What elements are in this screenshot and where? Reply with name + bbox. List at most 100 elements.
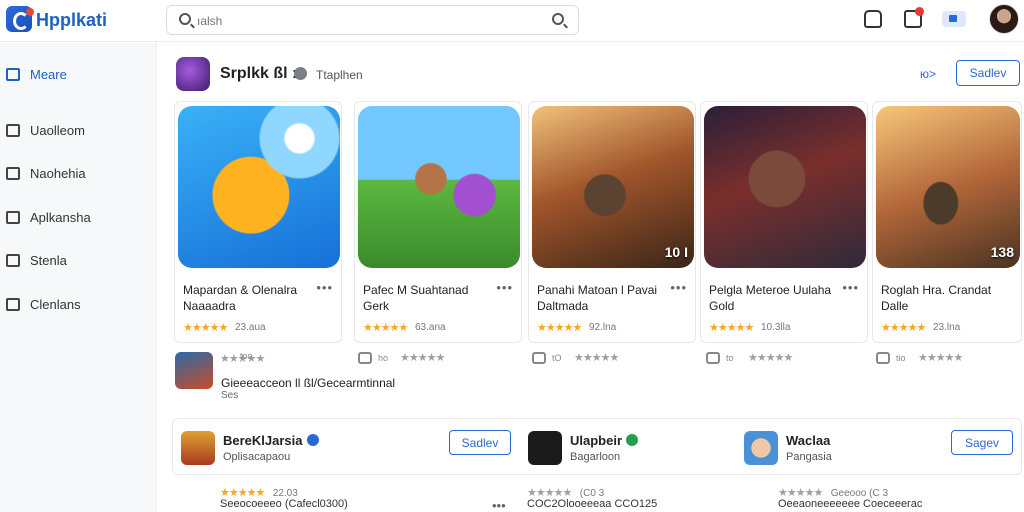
review-row: ★★★★★ 22.03 Seeocoeeeo (Cafecl0300)	[220, 483, 480, 512]
app-artwork	[358, 106, 520, 268]
thumbs-up-icon[interactable]	[532, 352, 546, 364]
search-input[interactable]	[197, 11, 527, 31]
home-icon	[6, 68, 20, 81]
sidebar-item-home[interactable]: Meare	[0, 59, 156, 89]
section-title: Srplkk ßl :	[220, 65, 298, 82]
sidebar-item-5[interactable]: Stenla	[0, 245, 156, 275]
card-subtitle: Gerk	[363, 299, 390, 313]
app-artwork: 10 I	[532, 106, 694, 268]
card-rating: 63.ana	[415, 322, 446, 333]
app-list-item[interactable]: Ulapbeir Bagarloon	[528, 429, 728, 467]
star-rating-icon: ★★★★★	[748, 352, 793, 364]
section-action-button[interactable]: Sadlev	[956, 60, 1020, 86]
sidebar-item-2[interactable]: Uaolleom	[0, 115, 156, 145]
rating-count: ho	[378, 353, 389, 363]
thumbs-up-icon[interactable]	[706, 352, 720, 364]
sidebar: Meare Uaolleom Naohehia Aplkansha Stenla…	[0, 43, 157, 512]
promo-text: Gieeeacceon ll ßl/Gecearmtinnal	[221, 376, 396, 390]
review-row: ★★★★★ Geeooo (C 3 Oeeaoneeeeeee Coeceeer…	[778, 483, 1018, 512]
search-bar[interactable]	[166, 5, 579, 35]
message-icon[interactable]	[942, 11, 966, 27]
promo-app-icon[interactable]	[175, 352, 213, 389]
card-rating: 10.3lla	[761, 322, 791, 333]
star-rating-icon: ★★★★★	[881, 322, 926, 334]
review-row: ★★★★★ (C0 3 COC2Olooeeeaa CCO125	[527, 483, 747, 512]
sidebar-item-3[interactable]: Naohehia	[0, 158, 156, 188]
app-action-button[interactable]: Sadlev	[449, 430, 511, 455]
app-icon	[528, 431, 562, 465]
app-action-button[interactable]: Sagev	[951, 430, 1013, 455]
verified-icon	[306, 434, 319, 446]
app-artwork	[704, 106, 866, 268]
promo-subtext: Ses	[221, 390, 239, 401]
review-text: Seeocoeeeo (Cafecl0300)	[220, 498, 348, 510]
rating-count: tio	[896, 353, 906, 363]
rating-row: tio ★★★★★	[876, 351, 1016, 369]
app-description: Oplisacapaou	[223, 451, 291, 463]
card-title: Pelgla Meteroe Uulaha	[709, 283, 832, 297]
star-rating-icon: ★★★★★	[183, 322, 228, 334]
app-card[interactable]: Mapardan & Olenalra Naaaadra ••• ★★★★★ 2…	[174, 101, 342, 343]
app-description: Pangasia	[786, 451, 832, 463]
thumbs-up-icon[interactable]	[358, 352, 372, 364]
app-card[interactable]: Pelgla Meteroe Uulaha Gold ••• ★★★★★ 10.…	[700, 101, 868, 343]
more-options-icon[interactable]: •••	[316, 280, 333, 295]
main-content: Srplkk ßl : Ttaplhen ю> Sadlev Mapardan …	[158, 43, 1024, 512]
user-avatar[interactable]	[989, 4, 1019, 34]
app-card[interactable]: 138 Roglah Hra. Crandat Dalle ★★★★★ 23.l…	[872, 101, 1022, 343]
app-artwork	[178, 106, 340, 268]
app-icon	[744, 431, 778, 465]
app-name: Waclaa	[786, 433, 831, 448]
app-list-item[interactable]: Waclaa Pangasia	[744, 429, 944, 467]
app-name: Ulapbeir	[570, 433, 639, 448]
more-options-icon[interactable]: •••	[842, 280, 859, 295]
home-icon[interactable]	[864, 10, 882, 28]
sidebar-item-6[interactable]: Clenlans	[0, 289, 156, 319]
sidebar-item-label: Stenla	[30, 253, 67, 268]
app-card[interactable]: 10 I Panahi Matoan l Pavai Daltmada ••• …	[528, 101, 696, 343]
sidebar-item-label: Aplkansha	[30, 210, 91, 225]
card-subtitle: Daltmada	[537, 299, 589, 313]
sidebar-item-label: Naohehia	[30, 166, 86, 181]
card-title: Mapardan & Olenalra	[183, 283, 298, 297]
app-description: Bagarloon	[570, 451, 621, 463]
card-subtitle: Naaaadra	[183, 299, 236, 313]
more-options-icon[interactable]: •••	[670, 280, 687, 295]
star-rating-icon: ★★★★★	[574, 352, 619, 364]
card-subtitle: Gold	[709, 299, 735, 313]
top-bar: Hpplkati	[0, 0, 1024, 42]
sidebar-item-label: Clenlans	[30, 297, 81, 312]
card-badge: 138	[990, 244, 1014, 260]
app-icon	[181, 431, 215, 465]
card-badge: 10 I	[664, 244, 688, 260]
verified-icon	[626, 434, 639, 446]
app-card[interactable]: Pafec M Suahtanad Gerk ••• ★★★★★ 63.ana	[354, 101, 522, 343]
card-rating: 92.lna	[589, 322, 617, 333]
rating-count: tos	[240, 351, 253, 361]
section-app-icon	[176, 57, 210, 91]
card-title: Roglah Hra. Crandat	[881, 283, 992, 297]
search-submit-icon[interactable]	[552, 13, 564, 25]
card-subtitle: Dalle	[881, 299, 909, 313]
rating-count: to	[726, 353, 734, 363]
card-rating: 23.lna	[933, 322, 961, 333]
section-nav-link[interactable]: ю>	[920, 67, 936, 81]
rating-row: ho ★★★★★	[358, 351, 498, 369]
thumbs-up-icon[interactable]	[876, 352, 890, 364]
rating-row: to ★★★★★	[706, 351, 846, 369]
app-logo[interactable]	[6, 6, 34, 32]
grid-icon	[6, 124, 20, 137]
star-rating-icon: ★★★★★	[400, 352, 445, 364]
sidebar-item-4[interactable]: Aplkansha	[0, 202, 156, 232]
card-title: Pafec M Suahtanad	[363, 283, 469, 297]
tag-icon	[6, 167, 20, 180]
search-icon	[179, 13, 191, 25]
notification-badge	[915, 7, 924, 16]
more-options-icon[interactable]: •••	[496, 280, 513, 295]
star-rating-icon: ★★★★★	[709, 322, 754, 334]
apps-icon	[6, 211, 20, 224]
verified-icon	[294, 67, 307, 80]
more-options-icon[interactable]: •••	[492, 498, 506, 512]
section-subtitle: Ttaplhen	[316, 68, 363, 82]
rating-count: tO	[552, 353, 562, 363]
